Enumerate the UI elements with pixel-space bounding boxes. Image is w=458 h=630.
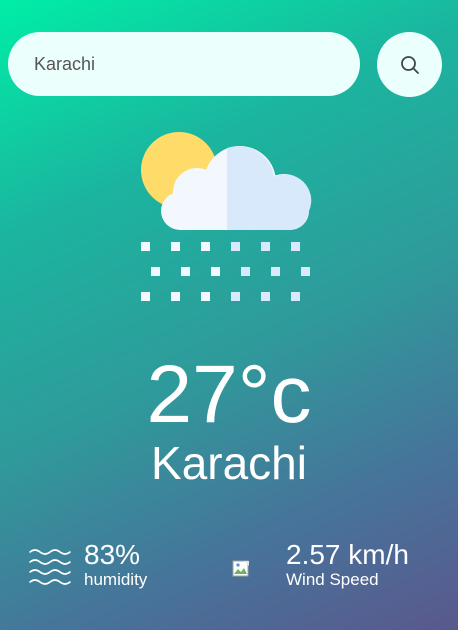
search-bar bbox=[8, 32, 442, 97]
search-icon bbox=[400, 55, 419, 74]
temperature: 27°c bbox=[146, 349, 312, 440]
search-button[interactable] bbox=[377, 32, 442, 97]
humidity-detail: 83% humidity bbox=[28, 540, 147, 590]
wind-speed-value: 2.57 km/h bbox=[286, 539, 409, 570]
humidity-value: 83% bbox=[84, 539, 141, 570]
wind-detail: 2.57 km/h Wind Speed bbox=[232, 540, 409, 590]
wind-speed-label: Wind Speed bbox=[286, 570, 379, 589]
search-input[interactable] bbox=[8, 32, 360, 96]
humidity-label: humidity bbox=[84, 570, 148, 589]
city-name: Karachi bbox=[151, 437, 307, 489]
humidity-waves-icon bbox=[29, 549, 71, 585]
broken-image-icon bbox=[232, 560, 249, 577]
cloud-sun-rain-icon bbox=[135, 132, 315, 307]
